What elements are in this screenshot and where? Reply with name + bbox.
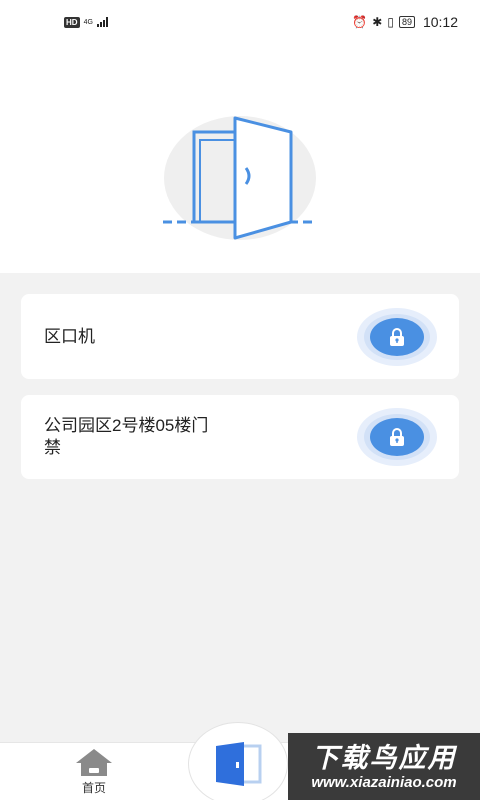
lock-icon (390, 428, 404, 446)
clock: 10:12 (422, 14, 458, 30)
signal-icon (96, 17, 108, 27)
hd-badge: HD (64, 16, 80, 28)
status-left: HD 4G (64, 16, 108, 28)
alarm-icon: ⏰ (352, 15, 368, 29)
unlock-button-core (370, 418, 424, 456)
door-card[interactable]: 公司园区2号楼05楼门禁 (21, 395, 459, 479)
unlock-button-ring (364, 313, 430, 360)
door-name: 区口机 (44, 326, 95, 346)
unlock-button[interactable] (357, 307, 437, 366)
bluetooth-icon: ✱ (372, 15, 383, 29)
open-door-illustration (163, 116, 317, 240)
watermark-title: 下载鸟应用 (311, 742, 457, 773)
lock-icon (390, 327, 404, 346)
tab-home-label: 首页 (81, 781, 106, 795)
status-right: ⏰ ✱ ▯ 89 10:12 (352, 14, 458, 30)
vibrate-icon: ▯ (387, 15, 394, 29)
unlock-button[interactable] (357, 408, 437, 466)
door-card[interactable]: 区口机 (21, 294, 459, 379)
watermark: 下载鸟应用 www.xiazainiao.com (288, 733, 480, 800)
door-icon (216, 742, 262, 786)
unlock-button-ring (364, 414, 430, 460)
open-door-button[interactable] (188, 722, 288, 800)
unlock-button-core (370, 317, 424, 356)
network-type: 4G (83, 18, 93, 26)
door-name: 公司园区2号楼05楼门禁 (44, 416, 209, 457)
hero-section (0, 44, 480, 273)
status-bar: HD 4G ⏰ ✱ ▯ 89 10:12 (0, 0, 480, 44)
tab-home[interactable]: 首页 (64, 747, 124, 799)
battery-indicator: 89 (398, 16, 415, 28)
house-icon (76, 749, 112, 776)
watermark-url: www.xiazainiao.com (311, 773, 457, 791)
